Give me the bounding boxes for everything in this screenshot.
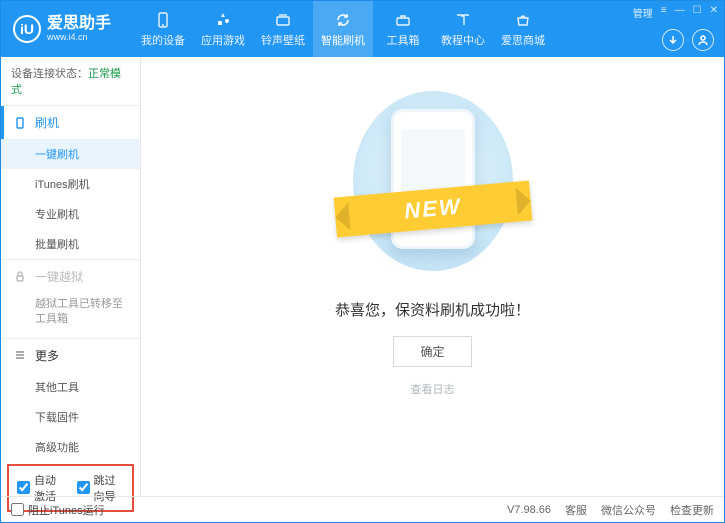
service-link[interactable]: 客服 — [565, 502, 587, 518]
nav-label: 铃声壁纸 — [261, 32, 305, 48]
main-content: NEW 恭喜您，保资料刷机成功啦！ 确定 查看日志 — [141, 57, 724, 496]
app-window: iU 爱思助手 www.i4.cn 我的设备 应用游戏 铃声壁纸 智能刷机 — [0, 0, 725, 523]
maximize-button[interactable]: ☐ — [693, 5, 702, 20]
nav-ringtones[interactable]: 铃声壁纸 — [253, 1, 313, 57]
mgmt-button[interactable]: 管理 — [633, 5, 653, 20]
phone-icon — [154, 11, 172, 29]
ok-button[interactable]: 确定 — [393, 336, 471, 367]
nav-my-device[interactable]: 我的设备 — [133, 1, 193, 57]
book-icon — [454, 11, 472, 29]
download-button[interactable] — [662, 29, 684, 51]
update-link[interactable]: 检查更新 — [670, 502, 714, 518]
checkbox-input[interactable] — [77, 481, 90, 494]
window-controls: 管理 ≡ — ☐ ✕ — [633, 5, 718, 20]
sidebar-item-advanced[interactable]: 高级功能 — [1, 432, 140, 462]
view-log-link[interactable]: 查看日志 — [411, 381, 455, 397]
apps-icon — [214, 11, 232, 29]
success-illustration: NEW — [353, 91, 513, 271]
nav-label: 我的设备 — [141, 32, 185, 48]
sidebar-item-download-fw[interactable]: 下载固件 — [1, 402, 140, 432]
status-bar: 阻止iTunes运行 V7.98.66 客服 微信公众号 检查更新 — [1, 496, 724, 522]
nav-label: 智能刷机 — [321, 32, 365, 48]
menu-button[interactable]: ≡ — [661, 5, 667, 20]
minimize-button[interactable]: — — [675, 5, 685, 20]
connection-status: 设备连接状态：正常模式 — [1, 57, 140, 105]
close-button[interactable]: ✕ — [710, 5, 718, 20]
jailbreak-note: 越狱工具已转移至 工具箱 — [1, 293, 140, 338]
nav-smart-flash[interactable]: 智能刷机 — [313, 1, 373, 57]
sidebar-head-flash[interactable]: 刷机 — [1, 106, 140, 139]
nav-tutorials[interactable]: 教程中心 — [433, 1, 493, 57]
lock-icon — [13, 270, 27, 284]
checkbox-label: 阻止iTunes运行 — [28, 502, 105, 518]
version-label: V7.98.66 — [507, 504, 551, 516]
nav-toolbox[interactable]: 工具箱 — [373, 1, 433, 57]
nav-apps-games[interactable]: 应用游戏 — [193, 1, 253, 57]
sidebar-item-other-tools[interactable]: 其他工具 — [1, 372, 140, 402]
sidebar: 设备连接状态：正常模式 刷机 一键刷机 iTunes刷机 专业刷机 批量刷机 一… — [1, 57, 141, 496]
nav-label: 应用游戏 — [201, 32, 245, 48]
logo: iU 爱思助手 www.i4.cn — [13, 15, 111, 43]
top-nav: 我的设备 应用游戏 铃声壁纸 智能刷机 工具箱 教程中心 — [133, 1, 553, 57]
app-title: 爱思助手 — [47, 15, 111, 33]
sidebar-item-pro-flash[interactable]: 专业刷机 — [1, 199, 140, 229]
ribbon-text: NEW — [403, 194, 462, 225]
sidebar-head-more[interactable]: 更多 — [1, 339, 140, 372]
wallpaper-icon — [274, 11, 292, 29]
checkbox-input[interactable] — [11, 503, 24, 516]
checkbox-input[interactable] — [17, 481, 30, 494]
wechat-link[interactable]: 微信公众号 — [601, 502, 656, 518]
phone-icon — [13, 116, 27, 130]
nav-label: 工具箱 — [387, 32, 420, 48]
toolbox-icon — [394, 11, 412, 29]
nav-label: 爱思商城 — [501, 32, 545, 48]
sidebar-head-label: 一键越狱 — [35, 268, 83, 285]
refresh-icon — [334, 11, 352, 29]
success-message: 恭喜您，保资料刷机成功啦！ — [335, 299, 530, 320]
sidebar-head-label: 更多 — [35, 347, 59, 364]
nav-label: 教程中心 — [441, 32, 485, 48]
connection-label: 设备连接状态： — [11, 68, 88, 80]
sidebar-head-label: 刷机 — [35, 114, 59, 131]
list-icon — [13, 348, 27, 362]
user-button[interactable] — [692, 29, 714, 51]
sidebar-head-jailbreak: 一键越狱 — [1, 260, 140, 293]
checkbox-block-itunes[interactable]: 阻止iTunes运行 — [11, 502, 105, 518]
sidebar-item-itunes-flash[interactable]: iTunes刷机 — [1, 169, 140, 199]
sidebar-item-oneclick-flash[interactable]: 一键刷机 — [1, 139, 140, 169]
sidebar-item-batch-flash[interactable]: 批量刷机 — [1, 229, 140, 259]
shop-icon — [514, 11, 532, 29]
titlebar: iU 爱思助手 www.i4.cn 我的设备 应用游戏 铃声壁纸 智能刷机 — [1, 1, 724, 57]
app-subtitle: www.i4.cn — [47, 33, 111, 43]
nav-shop[interactable]: 爱思商城 — [493, 1, 553, 57]
logo-icon: iU — [13, 15, 41, 43]
